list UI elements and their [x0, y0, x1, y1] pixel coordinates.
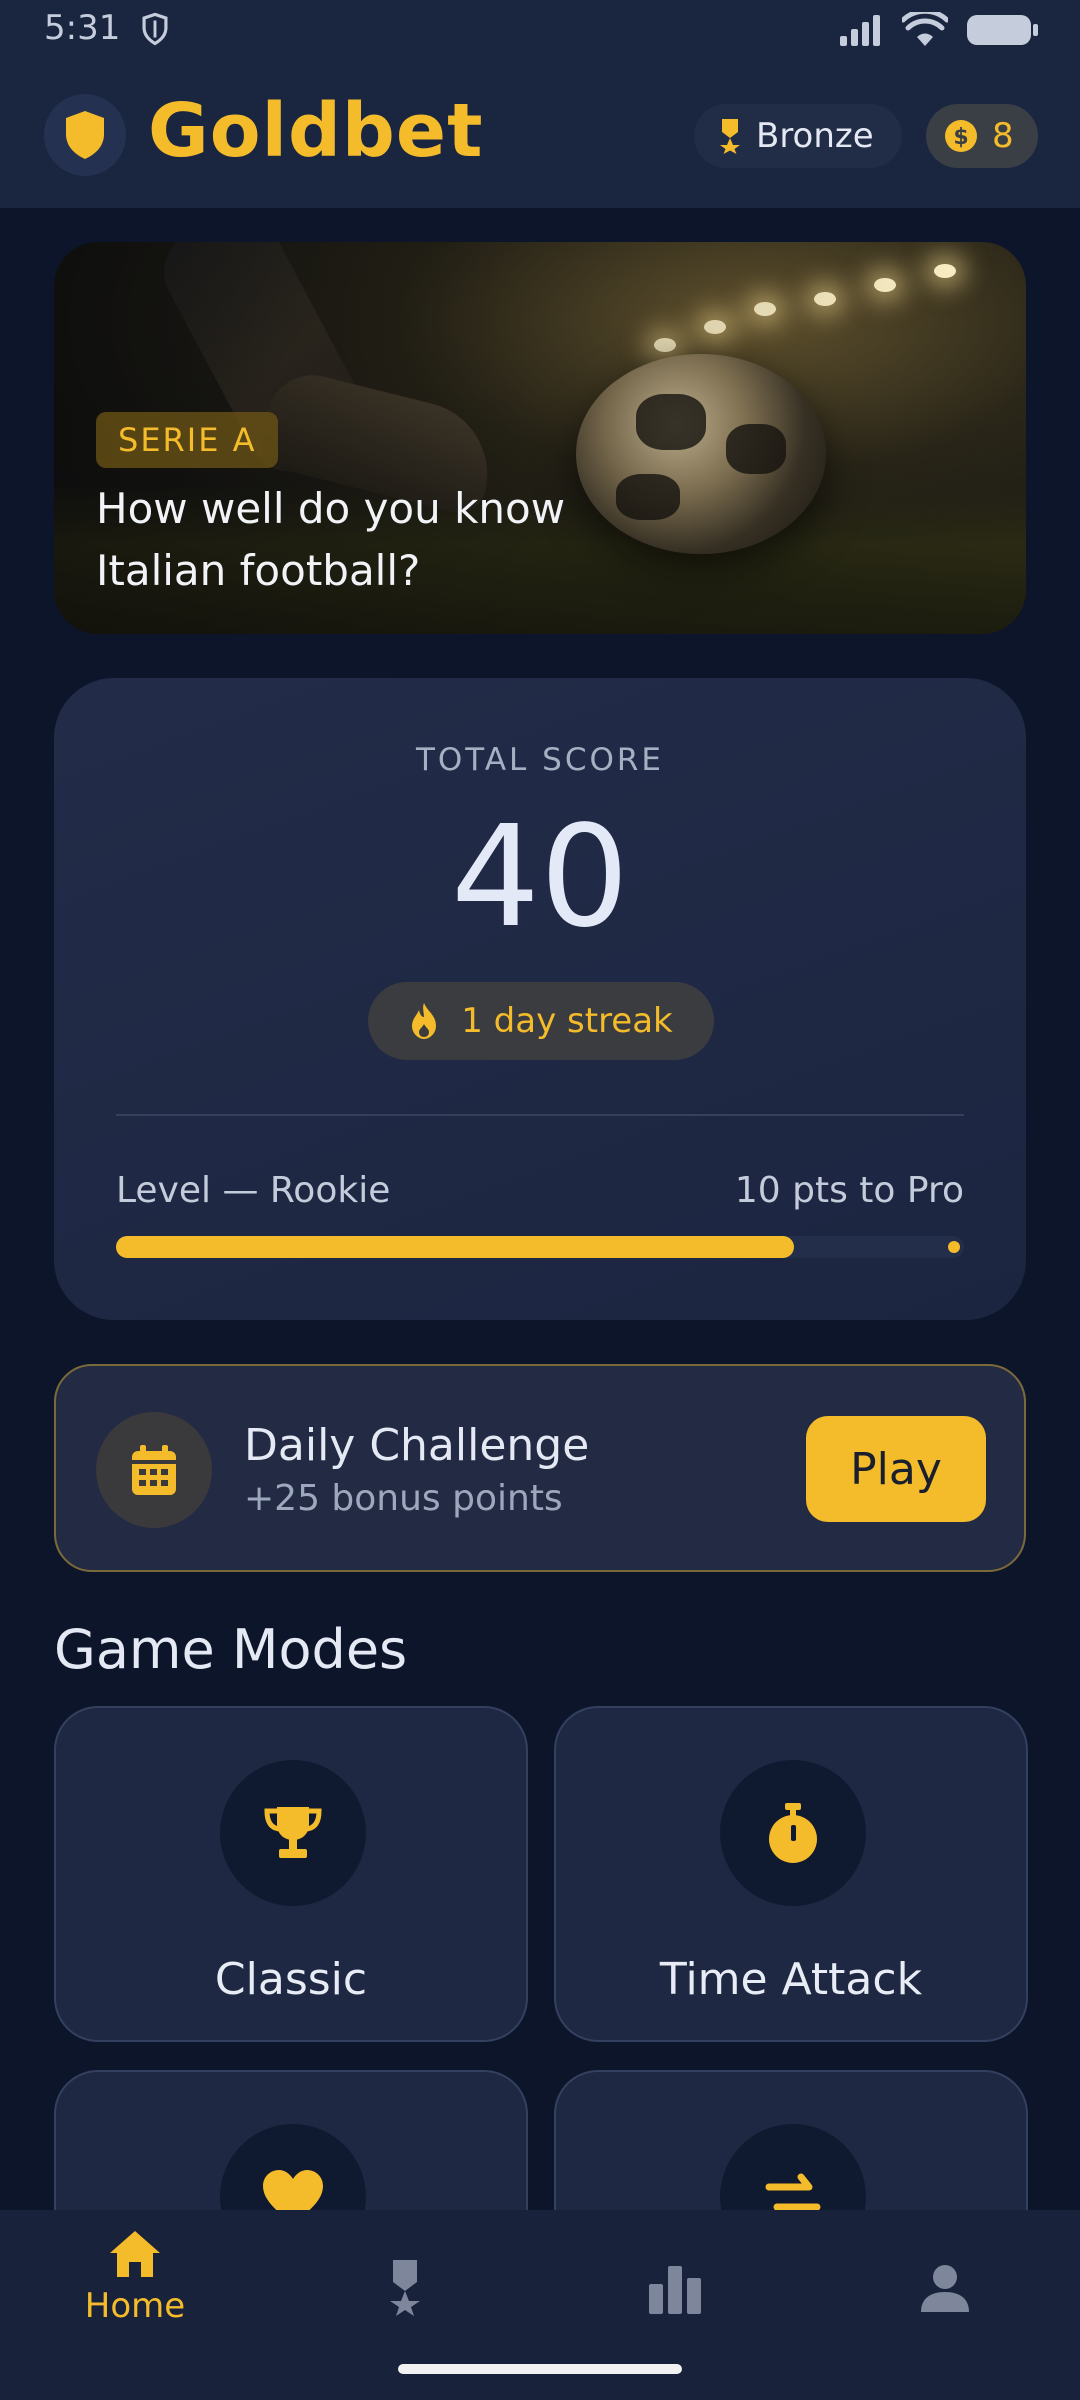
- app-header: Goldbet Bronze $ 8: [0, 62, 1080, 208]
- rank-badge[interactable]: Bronze: [694, 104, 902, 168]
- mode-label: Classic: [214, 1954, 368, 2005]
- score-card: TOTAL SCORE 40 1 day streak Level — Rook…: [54, 678, 1026, 1320]
- level-target-dot: [948, 1241, 960, 1253]
- flame-icon: [412, 1003, 437, 1039]
- league-tag: SERIE A: [96, 412, 279, 468]
- mode-card-time-attack[interactable]: Time Attack: [554, 1706, 1028, 2042]
- trophy-icon: [264, 1807, 322, 1858]
- home-indicator[interactable]: [398, 2364, 682, 2374]
- medal-icon: [720, 119, 740, 154]
- mode-label: Time Attack: [659, 1954, 923, 2005]
- level-progress-bar: [116, 1236, 964, 1258]
- game-modes-title: Game Modes: [54, 1618, 408, 1681]
- hero-banner[interactable]: SERIE A How well do you know Italian foo…: [54, 242, 1026, 634]
- challenge-subtitle: +25 bonus points: [244, 1478, 563, 1519]
- coin-icon: $: [945, 120, 977, 152]
- bar-chart-icon: [649, 2266, 701, 2314]
- score-label: TOTAL SCORE: [415, 742, 665, 778]
- daily-challenge-card[interactable]: Daily Challenge +25 bonus points Play: [54, 1364, 1026, 1572]
- shield-logo-icon: [66, 111, 104, 159]
- coin-balance[interactable]: $ 8: [926, 104, 1038, 168]
- hero-title: How well do you know Italian football?: [96, 484, 566, 595]
- status-icons: [838, 10, 1040, 50]
- status-bar: 5:31: [0, 0, 1080, 62]
- mode-icon-badge: [220, 1760, 366, 1906]
- nav-item-profile[interactable]: [845, 2228, 1045, 2348]
- nav-item-home[interactable]: Home: [35, 2228, 235, 2348]
- calendar-icon-badge: [96, 1412, 212, 1528]
- streak-badge: 1 day streak: [368, 982, 714, 1060]
- score-divider: [116, 1114, 964, 1116]
- signal-icon: [840, 15, 880, 46]
- mode-card-classic[interactable]: Classic: [54, 1706, 528, 2042]
- stopwatch-icon: [769, 1803, 817, 1863]
- level-progress-fill: [116, 1236, 795, 1258]
- score-value: 40: [450, 796, 630, 959]
- level-label: Level — Rookie: [116, 1170, 391, 1211]
- medal-icon: [390, 2260, 420, 2316]
- shield-status-icon: [142, 12, 168, 46]
- challenge-title: Daily Challenge: [244, 1420, 590, 1471]
- streak-label: 1 day streak: [461, 1001, 673, 1041]
- play-button[interactable]: Play: [806, 1416, 986, 1522]
- nav-item-leaderboard[interactable]: [575, 2228, 775, 2348]
- person-icon: [921, 2265, 969, 2312]
- nav-label-home: Home: [84, 2286, 186, 2326]
- coin-count: 8: [992, 116, 1014, 156]
- calendar-icon: [132, 1445, 176, 1495]
- battery-icon: [967, 15, 1038, 45]
- mode-icon-badge: [720, 1760, 866, 1906]
- nav-item-ranks[interactable]: [305, 2228, 505, 2348]
- brand-name: Goldbet: [148, 88, 484, 174]
- svg-text:$: $: [953, 125, 968, 150]
- brand-logo: [44, 94, 126, 176]
- next-level-label: 10 pts to Pro: [734, 1170, 964, 1211]
- home-icon: [110, 2231, 160, 2277]
- wifi-icon: [902, 12, 948, 46]
- status-time: 5:31: [44, 8, 121, 48]
- home-screen: 5:31 Goldbet Bronze $ 8 SERIE A How well…: [0, 0, 1080, 2400]
- rank-label: Bronze: [756, 116, 874, 156]
